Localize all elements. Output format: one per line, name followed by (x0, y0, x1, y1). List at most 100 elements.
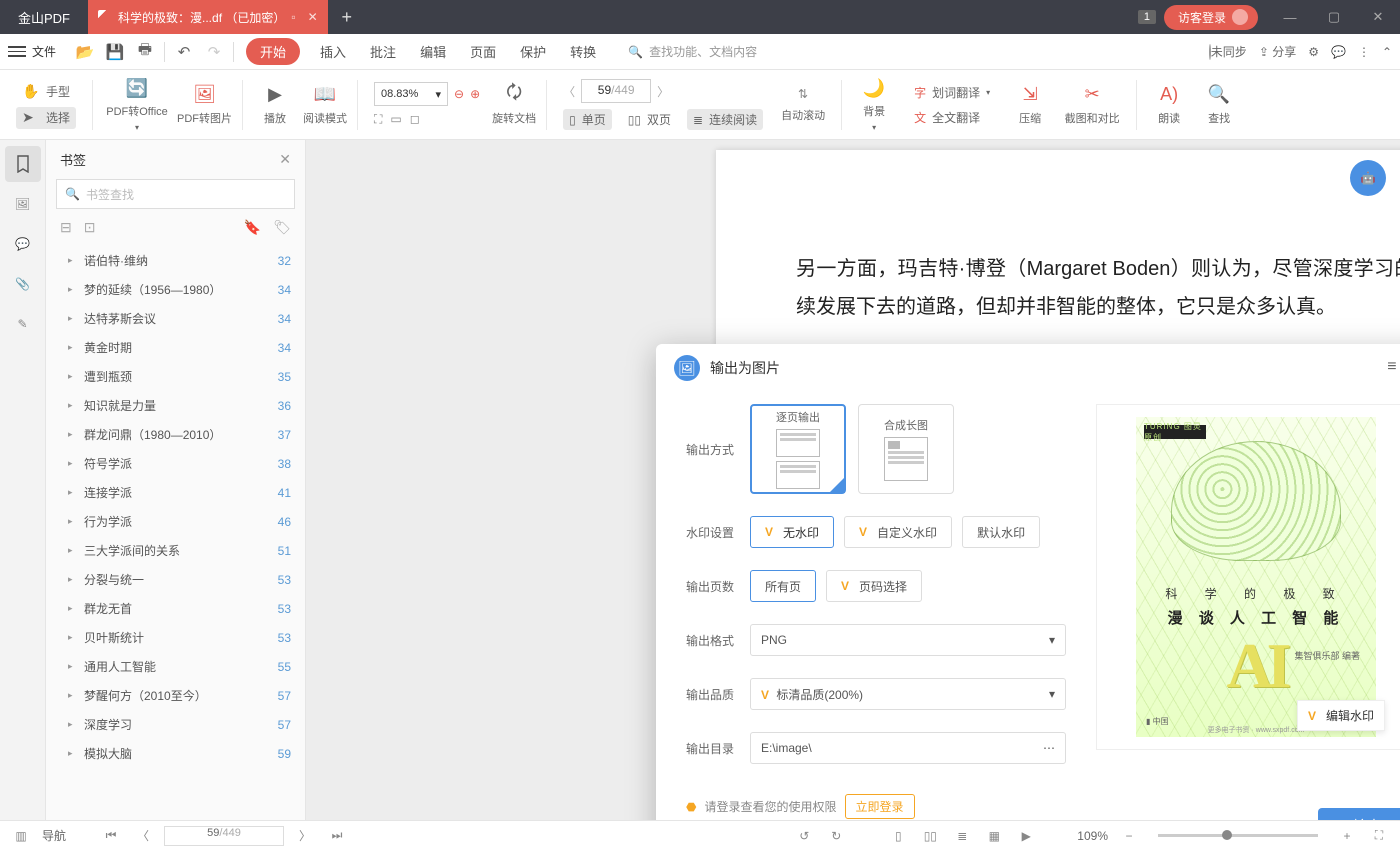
view-cont-icon[interactable]: ≣ (951, 829, 973, 843)
last-page-icon[interactable]: ⏭ (326, 828, 348, 843)
bookmark-item[interactable]: ▸三大学派间的关系51 (46, 536, 305, 565)
tab-convert[interactable]: 转换 (558, 42, 608, 61)
status-page-input[interactable]: 59/449 (164, 826, 284, 846)
wm-default[interactable]: 默认水印 (962, 516, 1040, 548)
bookmark-item[interactable]: ▸知识就是力量36 (46, 391, 305, 420)
view-single-icon[interactable]: ▯ (887, 829, 909, 843)
feature-search[interactable]: 🔍 查找功能、文档内容 (628, 43, 757, 60)
redo-icon[interactable]: ↷ (199, 37, 229, 67)
thumbnails-tab[interactable]: 🖼 (5, 186, 41, 222)
compress[interactable]: ⇲压缩 (1008, 75, 1052, 135)
tab-annotate[interactable]: 批注 (358, 42, 408, 61)
comments-tab[interactable]: 💬 (5, 226, 41, 262)
rotate-doc[interactable]: 🗘旋转文档 (492, 75, 536, 135)
select-tool[interactable]: ➤选择 (16, 107, 76, 129)
tab-edit[interactable]: 编辑 (408, 42, 458, 61)
bookmark-item[interactable]: ▸贝叶斯统计53 (46, 623, 305, 652)
fit-width-icon[interactable]: ⛶ (374, 112, 382, 127)
zoom-value[interactable]: 08.83%▾ (374, 82, 448, 106)
rotate-right-icon[interactable]: ↻ (825, 829, 847, 843)
pdf-to-image[interactable]: 🖼PDF转图片 (177, 75, 232, 135)
document-tab[interactable]: 科学的极致：漫...df （已加密） ▫ ✕ (88, 0, 328, 34)
tab-insert[interactable]: 插入 (308, 42, 358, 61)
more-icon[interactable]: ⋮ (1358, 45, 1370, 59)
continuous-read[interactable]: ≣连续阅读 (687, 109, 763, 130)
pdf-to-office[interactable]: 🔄PDF转Office▾ (103, 75, 171, 135)
ai-assist-button[interactable]: 🤖 (1350, 160, 1386, 196)
view-double-icon[interactable]: ▯▯ (919, 829, 941, 843)
new-tab-button[interactable]: + (328, 0, 366, 34)
bookmark-item[interactable]: ▸群龙无首53 (46, 594, 305, 623)
zoom-out-icon[interactable]: − (1118, 829, 1140, 843)
bookmark-item[interactable]: ▸符号学派38 (46, 449, 305, 478)
next-page-icon[interactable]: 〉 (294, 827, 316, 844)
bookmark-item[interactable]: ▸遭到瓶颈35 (46, 362, 305, 391)
document-viewport[interactable]: 另一方面，玛吉特·博登（Margaret Boden）则认为，尽管深度学习的确是… (306, 140, 1400, 820)
bookmark-add-icon[interactable]: 🔖 (244, 219, 261, 236)
save-icon[interactable]: 💾 (100, 37, 130, 67)
pages-select[interactable]: V页码选择 (826, 570, 922, 602)
notification-badge[interactable]: 1 (1138, 10, 1156, 24)
tab-start[interactable]: 开始 (246, 38, 300, 65)
zoom-slider[interactable] (1158, 834, 1318, 837)
zoom-percent[interactable]: 109% (1077, 829, 1108, 843)
view-grid-icon[interactable]: ▦ (983, 829, 1005, 843)
prev-page-icon[interactable]: 〈 (132, 827, 154, 844)
screenshot-compare[interactable]: ✂截图和对比 (1058, 75, 1126, 135)
expand-all-icon[interactable]: ⊡ (84, 219, 96, 236)
background[interactable]: 🌙背景▾ (852, 75, 896, 135)
window-minimize-icon[interactable]: — (1268, 0, 1312, 34)
window-maximize-icon[interactable]: ▢ (1312, 0, 1356, 34)
share-button[interactable]: ⇪ 分享 (1259, 43, 1296, 60)
tab-page[interactable]: 页面 (458, 42, 508, 61)
pages-all[interactable]: 所有页 (750, 570, 816, 602)
read-mode[interactable]: 📖阅读模式 (303, 75, 347, 135)
fit-page-icon[interactable]: ▭ (390, 112, 401, 127)
settings-icon[interactable]: ⚙ (1308, 45, 1319, 59)
dialog-menu-icon[interactable]: ≡ (1387, 358, 1396, 378)
undo-icon[interactable]: ↶ (169, 37, 199, 67)
next-page-icon[interactable]: 〉 (657, 83, 669, 100)
hand-tool[interactable]: ✋手型 (16, 81, 76, 103)
open-icon[interactable]: 📂 (70, 37, 100, 67)
first-page-icon[interactable]: ⏮ (100, 828, 122, 843)
bookmark-search[interactable]: 🔍 书签查找 (56, 179, 295, 209)
panel-close-icon[interactable]: ✕ (279, 151, 291, 168)
play-status-icon[interactable]: ▶ (1015, 829, 1037, 843)
zoom-in-icon[interactable]: ⊕ (470, 87, 480, 101)
collapse-ribbon-icon[interactable]: ⌃ (1382, 45, 1392, 59)
zoom-thumb[interactable] (1222, 830, 1232, 840)
nav-label[interactable]: 导航 (42, 827, 66, 844)
bookmark-item[interactable]: ▸诺伯特·维纳32 (46, 246, 305, 275)
print-icon[interactable]: 🖶 (130, 37, 160, 67)
rotate-left-icon[interactable]: ↺ (793, 829, 815, 843)
edit-watermark-chip[interactable]: V编辑水印 (1297, 700, 1385, 731)
bookmark-item[interactable]: ▸行为学派46 (46, 507, 305, 536)
login-now-button[interactable]: 立即登录 (845, 794, 915, 819)
window-close-icon[interactable]: ✕ (1356, 0, 1400, 34)
page-number-input[interactable]: 59/449 (581, 79, 651, 103)
hamburger-icon[interactable] (8, 46, 26, 57)
wm-custom[interactable]: V自定义水印 (844, 516, 952, 548)
scroll-speed-icon[interactable]: ⇅ (798, 87, 808, 101)
option-long-image[interactable]: 合成长图 (858, 404, 954, 494)
full-translate[interactable]: 文全文翻译 (908, 107, 986, 128)
bookmark-item[interactable]: ▸梦的延续（1956—1980）34 (46, 275, 305, 304)
sign-tab[interactable]: ✎ (5, 306, 41, 342)
bookmark-item[interactable]: ▸达特茅斯会议34 (46, 304, 305, 333)
quality-select[interactable]: V 标清品质(200%)▾ (750, 678, 1066, 710)
bookmark-icon[interactable]: 🏷 (273, 219, 291, 236)
prev-page-icon[interactable]: 〈 (563, 83, 575, 100)
bookmark-item[interactable]: ▸黄金时期34 (46, 333, 305, 362)
find-button[interactable]: 🔍查找 (1197, 75, 1241, 135)
zoom-in-icon[interactable]: + (1336, 829, 1358, 843)
export-button[interactable]: 输出 (1318, 808, 1400, 820)
sync-status[interactable]: 未同步 (1209, 43, 1247, 60)
tab-protect[interactable]: 保护 (508, 42, 558, 61)
read-aloud[interactable]: A)朗读 (1147, 75, 1191, 135)
feedback-icon[interactable]: 💬 (1331, 45, 1346, 59)
actual-size-icon[interactable]: ◻ (410, 112, 420, 127)
bookmark-item[interactable]: ▸分裂与统一53 (46, 565, 305, 594)
bookmark-item[interactable]: ▸连接学派41 (46, 478, 305, 507)
attachments-tab[interactable]: 📎 (5, 266, 41, 302)
